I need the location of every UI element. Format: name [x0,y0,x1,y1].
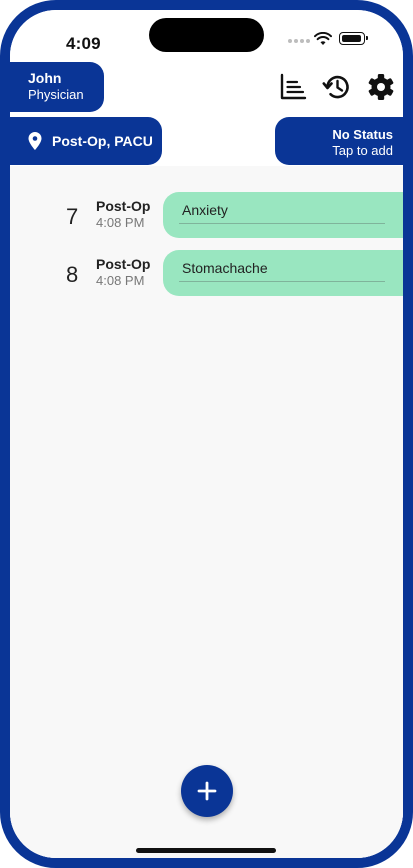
status-time: 4:09 [66,34,101,53]
entry-note-field[interactable]: Anxiety [163,192,403,238]
status-selector[interactable]: No Status Tap to add [275,117,403,165]
battery-icon [339,32,368,45]
home-indicator[interactable] [136,848,276,853]
entry-note-text: Stomachache [182,260,268,276]
location-label: Post-Op, PACU [52,133,153,149]
location-pin-icon [28,132,42,150]
plus-icon [197,781,217,801]
note-underline [179,223,385,224]
entries-list[interactable]: 7 Post-Op 4:08 PM Anxiety 8 Post-Op 4:08… [10,166,403,858]
add-entry-button[interactable] [181,765,233,817]
entry-time: 4:08 PM [96,273,145,288]
entry-number: 7 [66,204,79,229]
user-name: John [28,70,62,86]
list-item[interactable]: 8 Post-Op 4:08 PM Stomachache [10,250,403,296]
entry-category: Post-Op [96,256,151,272]
entry-time: 4:08 PM [96,215,145,230]
chart-icon[interactable] [278,72,308,102]
note-underline [179,281,385,282]
location-selector[interactable]: Post-Op, PACU [10,117,162,165]
status-title: No Status [332,127,393,142]
device-frame: 4:09 John Physician Post-Op, PACU No Sta… [0,0,413,868]
status-subtitle: Tap to add [332,143,393,158]
settings-icon[interactable] [366,72,396,102]
entry-note-text: Anxiety [182,202,228,218]
cellular-signal-icon [288,39,310,43]
wifi-icon [314,32,332,45]
list-item[interactable]: 7 Post-Op 4:08 PM Anxiety [10,192,403,238]
entry-number: 8 [66,262,79,287]
app-screen: 4:09 John Physician Post-Op, PACU No Sta… [10,10,403,858]
dynamic-island [149,18,264,52]
entry-note-field[interactable]: Stomachache [163,250,403,296]
user-badge[interactable]: John Physician [10,62,104,112]
entry-category: Post-Op [96,198,151,214]
history-icon[interactable] [322,72,352,102]
user-role: Physician [28,87,84,102]
